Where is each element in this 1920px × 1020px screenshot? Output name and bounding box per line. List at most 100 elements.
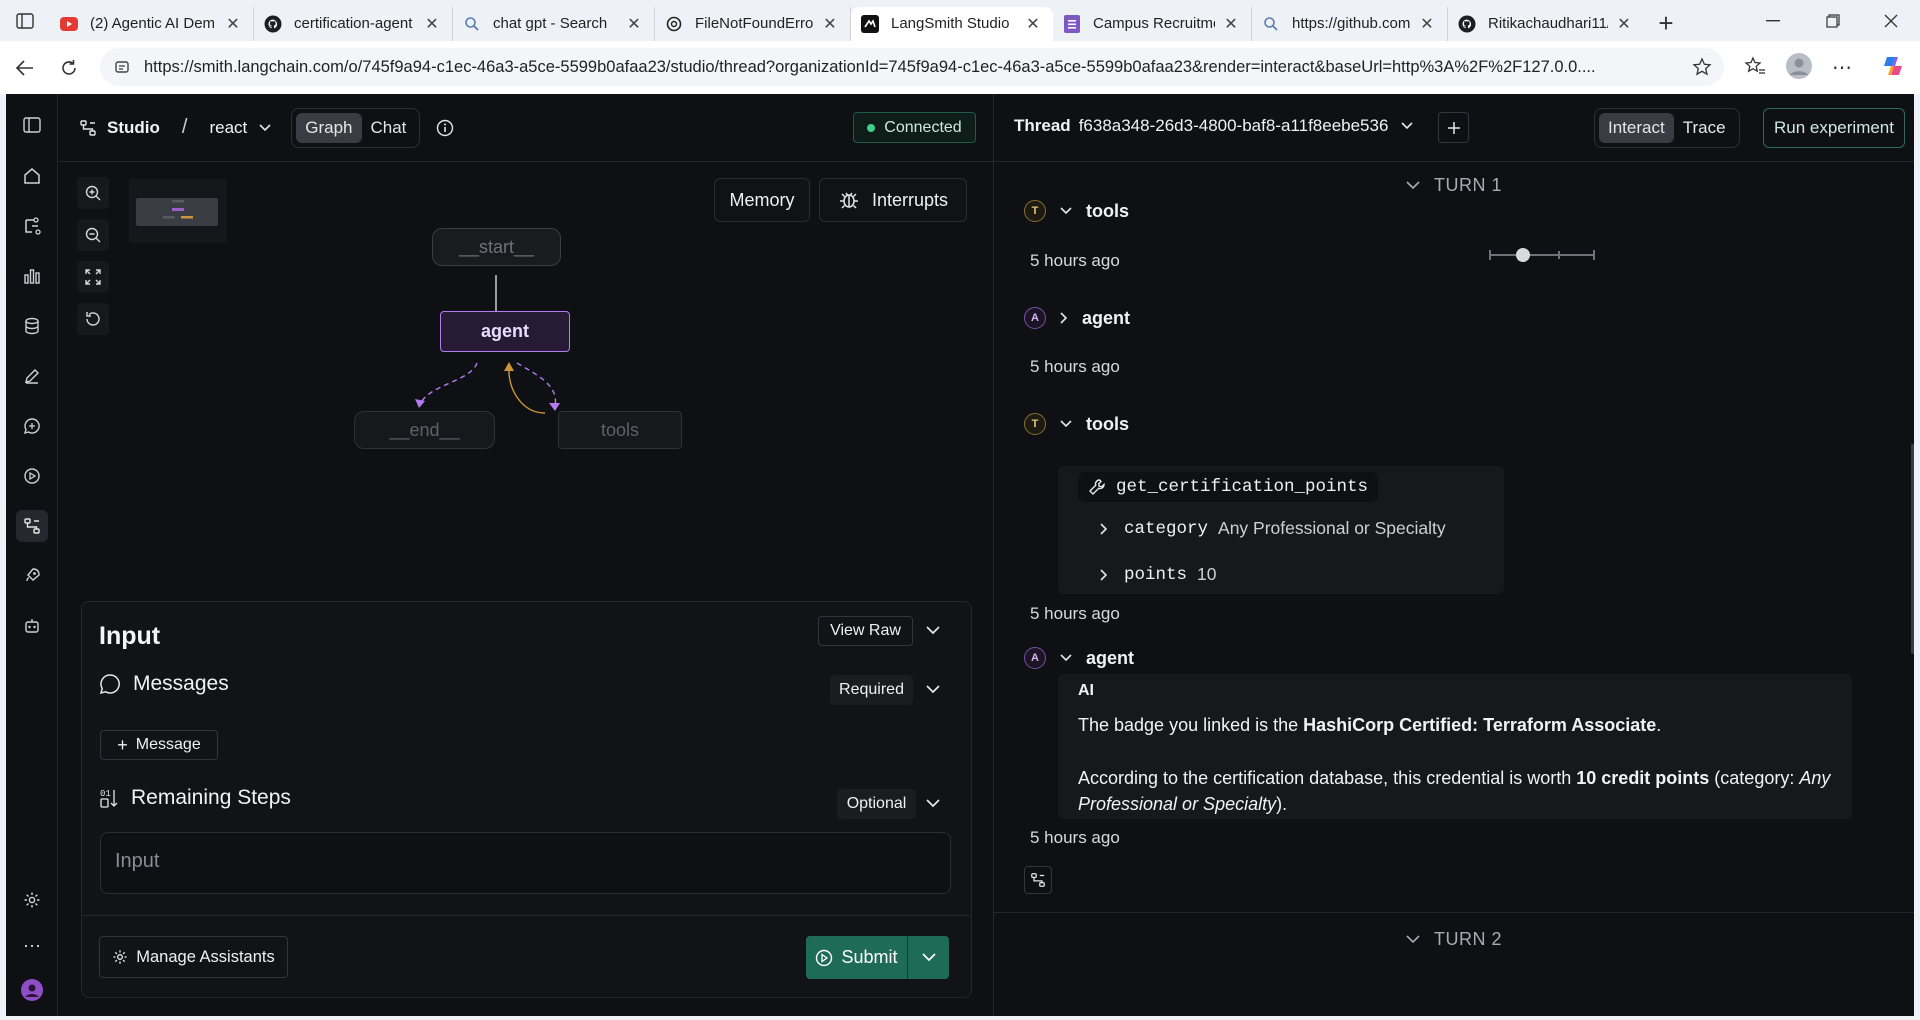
forms-icon — [1063, 14, 1081, 33]
settings-icon[interactable] — [16, 884, 48, 916]
dashboards-icon[interactable] — [16, 260, 48, 292]
home-icon[interactable] — [16, 160, 48, 192]
chevron-down-icon[interactable] — [926, 626, 940, 635]
browser-tab[interactable]: chat gpt - Search ✕ — [453, 6, 655, 41]
close-tab-icon[interactable]: ✕ — [422, 14, 442, 34]
step-row[interactable]: T tools — [1024, 413, 1129, 435]
back-icon[interactable] — [3, 48, 47, 88]
datasets-icon[interactable] — [16, 310, 48, 342]
timestamp: 5 hours ago — [1030, 357, 1120, 376]
studio-brand[interactable]: Studio — [79, 118, 160, 138]
fork-graph-icon[interactable] — [1024, 866, 1052, 894]
remaining-steps-input[interactable]: Input — [100, 832, 951, 894]
run-experiment-button[interactable]: Run experiment — [1763, 108, 1905, 148]
close-tab-icon[interactable]: ✕ — [820, 14, 840, 34]
tools-avatar: T — [1024, 413, 1046, 435]
restore-icon[interactable] — [1804, 0, 1862, 41]
site-info-icon[interactable] — [114, 59, 130, 75]
close-tab-icon[interactable]: ✕ — [624, 14, 644, 34]
tab-trace[interactable]: Trace — [1674, 113, 1735, 143]
tab-title: chat gpt - Search — [493, 15, 608, 32]
more-menu-icon[interactable]: ⋯ — [1832, 55, 1852, 80]
tab-interact[interactable]: Interact — [1599, 113, 1674, 143]
browser-tab[interactable]: Campus Recruitme ✕ — [1053, 6, 1252, 41]
prompts-icon[interactable] — [16, 410, 48, 442]
playground-icon[interactable] — [16, 460, 48, 492]
gear-icon — [113, 950, 127, 964]
remaining-steps-field-label: 01 Remaining Steps — [99, 786, 291, 810]
close-window-icon[interactable] — [1862, 0, 1920, 41]
arrow-head — [415, 399, 425, 408]
copilot-icon[interactable] — [1880, 53, 1906, 79]
user-avatar[interactable] — [16, 974, 48, 1006]
tool-arg-row[interactable]: points 10 — [1100, 564, 1216, 585]
thread-header: Thread f638a348-26d3-4800-baf8-a11f8eebe… — [994, 94, 1914, 162]
add-message-label: Message — [135, 736, 201, 753]
submit-button[interactable]: Submit — [806, 936, 908, 979]
view-toggle: Graph Chat — [291, 107, 421, 148]
manage-assistants-button[interactable]: Manage Assistants — [99, 936, 288, 978]
browser-tab[interactable]: certification-agent ✕ — [254, 6, 453, 41]
ai-message-paragraph: According to the certification database,… — [1078, 765, 1848, 817]
tab-title: Ritikachaudhari11/ — [1488, 15, 1608, 32]
turn-label: TURN 1 — [1433, 175, 1502, 195]
tool-arg-row[interactable]: category Any Professional or Specialty — [1100, 518, 1446, 539]
new-tab-button[interactable]: + — [1644, 7, 1688, 41]
close-tab-icon[interactable]: ✕ — [1614, 14, 1634, 34]
step-row[interactable]: A agent — [1024, 647, 1134, 669]
turn-2-header[interactable]: TURN 2 — [994, 929, 1914, 950]
feed-scrollbar[interactable] — [1911, 234, 1914, 1016]
text-run: ). — [1276, 794, 1288, 814]
favorites-icon[interactable] — [1744, 55, 1766, 77]
add-message-button[interactable]: + Message — [100, 730, 218, 760]
sidebar-toggle-icon[interactable] — [0, 0, 50, 41]
feed-zoom-slider[interactable] — [1488, 247, 1596, 263]
turn-1-header[interactable]: TURN 1 — [994, 175, 1914, 196]
node-tools[interactable]: tools — [558, 411, 682, 449]
browser-tab-active[interactable]: LangSmith Studio ✕ — [851, 6, 1053, 41]
browser-tab[interactable]: Ritikachaudhari11/ ✕ — [1448, 7, 1644, 41]
close-tab-icon[interactable]: ✕ — [1023, 14, 1043, 34]
breadcrumb-separator: / — [181, 116, 188, 138]
panel-toggle-icon[interactable] — [16, 109, 48, 141]
remaining-optional-badge[interactable]: Optional — [837, 789, 916, 819]
node-agent[interactable]: agent — [440, 311, 570, 352]
tab-graph[interactable]: Graph — [296, 112, 362, 143]
scrollbar-thumb[interactable] — [1911, 444, 1914, 654]
browser-tab[interactable]: (2) Agentic AI Dem ✕ — [50, 6, 254, 41]
graph-canvas[interactable]: Memory Interrupts __start__ agent __end_… — [59, 163, 993, 583]
new-thread-button[interactable] — [1438, 112, 1469, 143]
mode-toggle: Interact Trace — [1594, 108, 1740, 148]
node-start[interactable]: __start__ — [432, 228, 561, 266]
messages-required-badge[interactable]: Required — [830, 675, 913, 705]
minimize-icon[interactable] — [1744, 0, 1802, 41]
deployments-icon[interactable] — [16, 560, 48, 592]
edge-tools-agent — [508, 368, 546, 414]
agents-icon[interactable] — [16, 610, 48, 642]
chevron-down-icon — [1060, 420, 1072, 428]
browser-tab[interactable]: https://github.com ✕ — [1252, 6, 1448, 41]
annotation-icon[interactable] — [16, 360, 48, 392]
favorite-star-icon[interactable] — [1692, 57, 1712, 77]
url-field[interactable]: https://smith.langchain.com/o/745f9a94-c… — [100, 48, 1724, 86]
studio-icon[interactable] — [16, 510, 48, 542]
info-icon[interactable] — [436, 119, 454, 137]
chevron-down-icon[interactable] — [926, 799, 940, 808]
reload-icon[interactable] — [47, 48, 91, 88]
node-end[interactable]: __end__ — [354, 411, 495, 449]
more-icon[interactable]: ⋯ — [16, 930, 48, 962]
profile-avatar[interactable] — [1786, 53, 1812, 79]
close-tab-icon[interactable]: ✕ — [223, 14, 243, 34]
browser-tab[interactable]: FileNotFoundError ✕ — [655, 6, 851, 41]
submit-options-chevron-icon[interactable] — [908, 936, 949, 979]
view-raw-button[interactable]: View Raw — [818, 616, 913, 646]
project-selector[interactable]: react — [209, 118, 271, 138]
step-row[interactable]: T tools — [1024, 200, 1129, 222]
thread-selector[interactable]: Thread f638a348-26d3-4800-baf8-a11f8eebe… — [1014, 116, 1414, 136]
chevron-down-icon[interactable] — [926, 685, 940, 694]
close-tab-icon[interactable]: ✕ — [1221, 14, 1241, 34]
step-row[interactable]: A agent — [1024, 307, 1130, 329]
close-tab-icon[interactable]: ✕ — [1417, 14, 1437, 34]
tab-chat[interactable]: Chat — [362, 113, 416, 143]
tracing-icon[interactable] — [16, 210, 48, 242]
